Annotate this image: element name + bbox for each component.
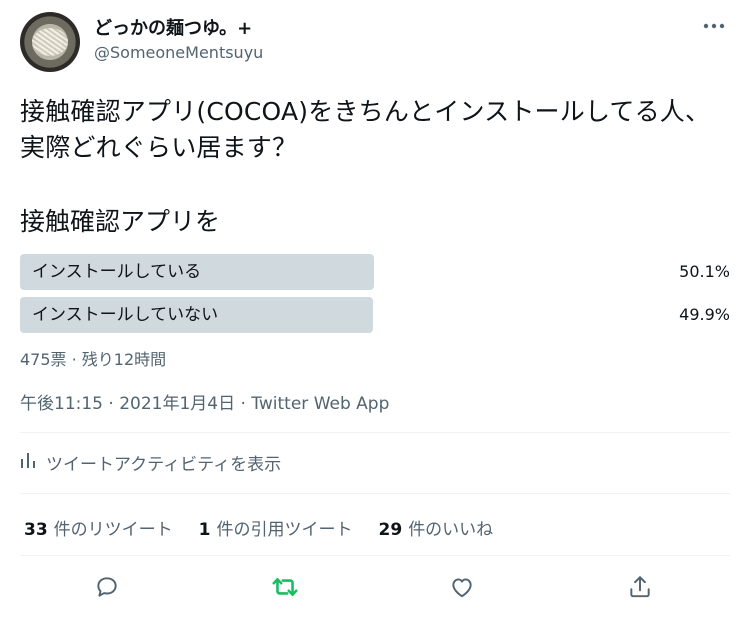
poll-option-percent: 50.1% bbox=[679, 262, 730, 281]
share-icon[interactable] bbox=[625, 572, 655, 602]
retweets-label: 件のリツイート bbox=[53, 520, 173, 540]
retweet-icon[interactable] bbox=[270, 572, 300, 602]
retweets-stat[interactable]: 33 件のリツイート bbox=[24, 515, 173, 540]
avatar[interactable] bbox=[20, 12, 80, 72]
more-icon[interactable] bbox=[700, 14, 728, 38]
likes-count: 29 bbox=[378, 520, 403, 540]
divider bbox=[20, 432, 730, 433]
reply-icon[interactable] bbox=[92, 572, 122, 602]
author-display-name[interactable]: どっかの麺つゆ。+ bbox=[94, 14, 252, 40]
poll-option-label: インストールしている bbox=[32, 262, 202, 282]
quotes-stat[interactable]: 1 件の引用ツイート bbox=[199, 515, 353, 540]
poll-option: インストールしていない 49.9% bbox=[20, 297, 730, 333]
divider bbox=[20, 493, 730, 494]
analytics-icon bbox=[20, 451, 36, 474]
poll-meta: 475票 · 残り12時間 bbox=[20, 350, 167, 369]
tweet-activity-link[interactable]: ツイートアクティビティを表示 bbox=[20, 450, 281, 475]
like-icon[interactable] bbox=[447, 572, 477, 602]
engagement-stats: 33 件のリツイート 1 件の引用ツイート 29 件のいいね bbox=[24, 515, 493, 540]
poll-option-percent: 49.9% bbox=[679, 305, 730, 324]
tweet-text: 接触確認アプリ(COCOA)をきちんとインストールしてる人、実際どれぐらい居ます… bbox=[20, 97, 711, 162]
retweets-count: 33 bbox=[24, 520, 48, 540]
timestamp[interactable]: 午後11:15 · 2021年1月4日 · Twitter Web App bbox=[20, 389, 389, 414]
quotes-label: 件の引用ツイート bbox=[216, 520, 353, 540]
divider bbox=[20, 555, 730, 556]
tweet-activity-label: ツイートアクティビティを表示 bbox=[46, 455, 282, 475]
likes-label: 件のいいね bbox=[408, 520, 494, 540]
author-handle[interactable]: @SomeoneMentsuyu bbox=[94, 43, 263, 62]
poll-option: インストールしている 50.1% bbox=[20, 254, 730, 290]
poll-option-label: インストールしていない bbox=[32, 305, 219, 325]
likes-stat[interactable]: 29 件のいいね bbox=[379, 515, 494, 540]
poll-title: 接触確認アプリを bbox=[20, 207, 221, 236]
quotes-count: 1 bbox=[198, 520, 211, 540]
